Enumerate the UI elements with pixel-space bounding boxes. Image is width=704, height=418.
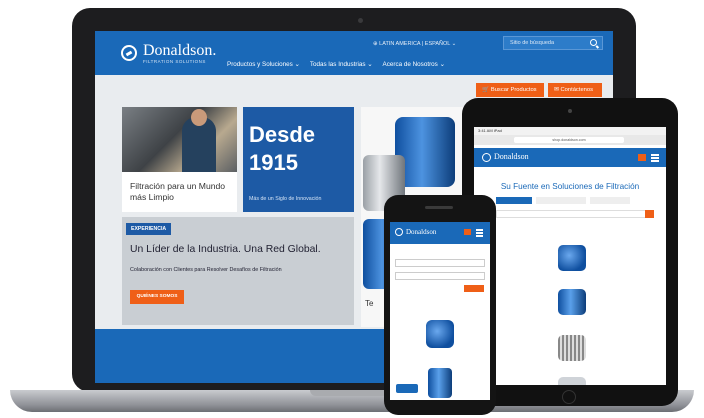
phone-screen: Donaldson: [390, 222, 490, 400]
tablet-tabs: [496, 197, 630, 204]
laptop-camera: [358, 18, 363, 23]
caption-text: Filtración para un Mundo más Limpio: [130, 181, 226, 202]
tablet-home-button[interactable]: [562, 390, 576, 404]
phone-product-image-2[interactable]: [428, 368, 452, 398]
caption-tile[interactable]: Filtración para un Mundo más Limpio: [122, 172, 237, 212]
region-language-selector[interactable]: ⊕ LATIN AMERICA | ESPAÑOL ⌄: [373, 41, 456, 47]
device-mockup-scene: Donaldson. FILTRATION SOLUTIONS ⊕ LATIN …: [0, 0, 704, 418]
filters-label: Te: [365, 299, 374, 308]
tablet-search-input[interactable]: [496, 210, 654, 218]
contact-button[interactable]: ✉ Contáctenos: [548, 83, 602, 97]
tablet-tab-2[interactable]: [536, 197, 586, 204]
search-icon[interactable]: [590, 39, 597, 46]
tablet-tab-3[interactable]: [590, 197, 630, 204]
nav-item-acerca[interactable]: Acerca de Nosotros ⌄: [383, 61, 445, 68]
tablet-search-button[interactable]: [645, 210, 654, 218]
nav-item-industrias[interactable]: Todas las Industrias ⌄: [310, 61, 373, 68]
tablet-product-image-3[interactable]: [558, 335, 586, 361]
tablet-camera: [568, 109, 572, 113]
phone-chat-button[interactable]: [396, 384, 418, 393]
tablet-cart-icon[interactable]: [638, 154, 646, 161]
phone-logo-icon[interactable]: [395, 228, 403, 236]
worker-head: [191, 109, 207, 126]
tablet-page-title: Su Fuente en Soluciones de Filtración: [500, 182, 640, 191]
phone-submit-button[interactable]: [464, 285, 484, 292]
experience-text: Colaboración con Clientes para Resolver …: [130, 267, 282, 273]
phone-site-header: Donaldson: [390, 222, 490, 244]
phone-cart-icon[interactable]: [464, 229, 471, 235]
search-input[interactable]: Sitio de búsqueda: [503, 36, 603, 50]
tablet-address-bar: shop.donaldson.com: [474, 135, 666, 145]
tablet-tab-1[interactable]: [496, 197, 532, 204]
tablet-screen: 3:41 AM iPad shop.donaldson.com Donaldso…: [474, 127, 666, 385]
tablet-url-field[interactable]: shop.donaldson.com: [514, 137, 624, 143]
since-heading: Desde 1915: [249, 122, 316, 175]
nav-item-productos[interactable]: Productos y Soluciones ⌄: [227, 61, 300, 68]
since-subtext: Más de un Siglo de Innovación: [249, 196, 322, 202]
site-header: Donaldson. FILTRATION SOLUTIONS ⊕ LATIN …: [95, 31, 613, 75]
tablet-menu-icon[interactable]: [651, 154, 659, 156]
tablet-logo-icon[interactable]: [482, 153, 491, 162]
donaldson-logo-icon[interactable]: [121, 45, 137, 61]
experience-tile: EXPERIENCIA Un Líder de la Industria. Un…: [122, 217, 354, 325]
worker-photo: [122, 107, 237, 172]
experience-badge: EXPERIENCIA: [126, 223, 172, 235]
phone-speaker: [425, 206, 453, 209]
buscar-productos-button[interactable]: 🛒 Buscar Productos: [476, 83, 544, 97]
brand-logo[interactable]: Donaldson.: [143, 42, 216, 60]
since-1915-tile[interactable]: Desde 1915 Más de un Siglo de Innovación: [243, 107, 354, 212]
tablet-site-header: Donaldson: [474, 148, 666, 167]
phone-select-input[interactable]: [395, 272, 485, 280]
experience-heading: Un Líder de la Industria. Una Red Global…: [130, 244, 321, 255]
brand-tagline: FILTRATION SOLUTIONS: [143, 59, 206, 64]
tablet-product-image-4[interactable]: [558, 377, 586, 385]
tablet-brand-logo[interactable]: Donaldson: [494, 152, 529, 161]
phone-product-image-1[interactable]: [426, 320, 454, 348]
phone-search-input[interactable]: [395, 259, 485, 267]
quienes-somos-button[interactable]: QUIÉNES SOMOS: [130, 290, 184, 304]
tablet-status-bar: 3:41 AM iPad: [474, 127, 666, 135]
tablet-product-image-2[interactable]: [558, 289, 586, 315]
phone-brand-logo[interactable]: Donaldson: [406, 228, 436, 236]
main-nav: Productos y Soluciones ⌄ Todas las Indus…: [227, 61, 445, 68]
search-placeholder: Sitio de búsqueda: [510, 40, 555, 46]
tablet-product-image-1[interactable]: [558, 245, 586, 271]
phone-menu-icon[interactable]: [476, 229, 483, 231]
